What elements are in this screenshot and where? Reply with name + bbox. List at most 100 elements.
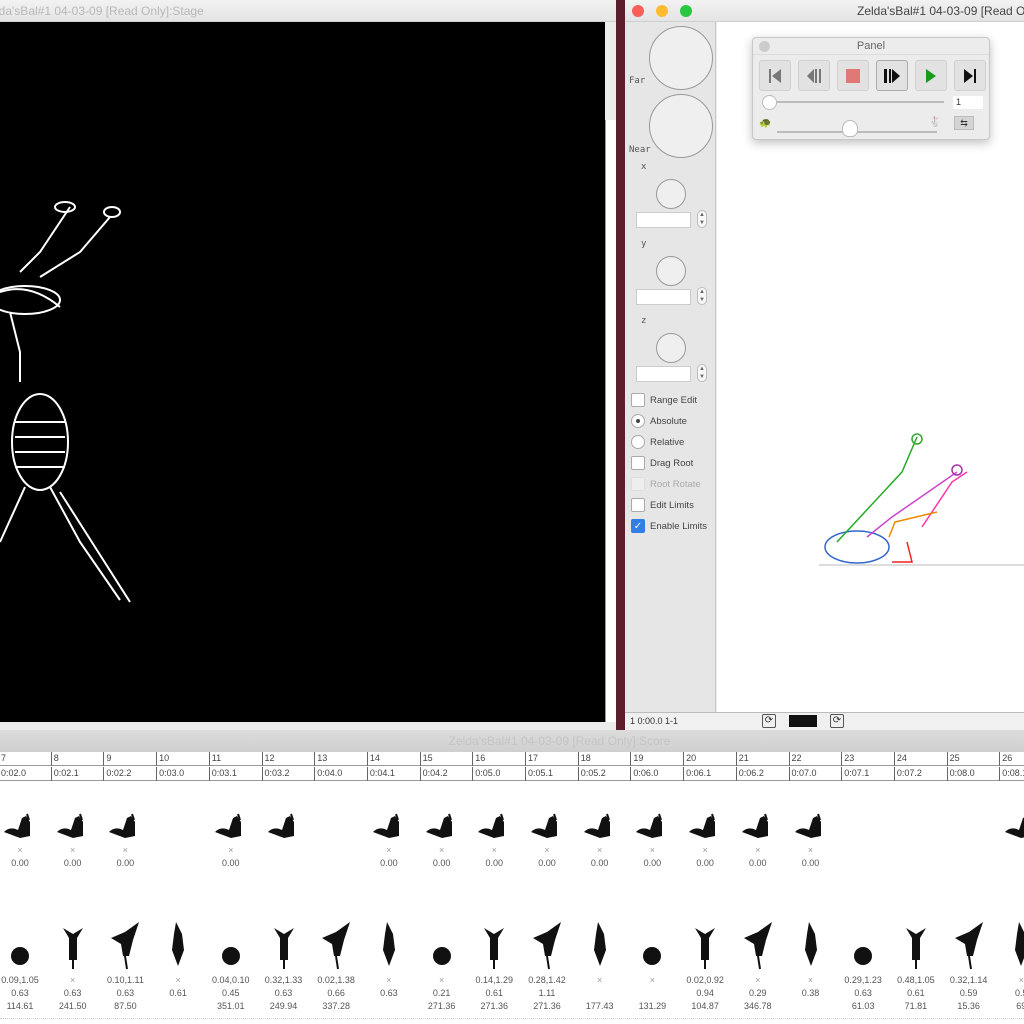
score-cell[interactable]: 0.28,1.42 1.11 271.36	[521, 920, 573, 1013]
checkbox[interactable]	[631, 477, 645, 491]
score-cell[interactable]: × 0.00	[679, 812, 731, 870]
checkbox[interactable]	[631, 456, 645, 470]
score-cell[interactable]: × 0.00	[416, 812, 468, 870]
stage-canvas[interactable]	[0, 22, 605, 722]
near-dial[interactable]	[649, 94, 713, 158]
option-edit-limits[interactable]: Edit Limits	[631, 497, 694, 513]
score-cell[interactable]: × 0.21 271.36	[416, 920, 468, 1013]
zoom-control[interactable]	[789, 715, 817, 727]
editor-titlebar[interactable]: Zelda'sBal#1 04-03-09 [Read Only]	[625, 0, 1024, 22]
score-cell[interactable]: 0.04,0.10 0.45 351.01	[205, 920, 257, 1013]
score-cell[interactable]: × 0.63	[363, 920, 415, 1013]
option-label: Edit Limits	[650, 499, 694, 511]
score-cell[interactable]: × 0.00	[785, 812, 837, 870]
z-field[interactable]	[636, 366, 691, 382]
frame-tick: 19	[630, 752, 643, 766]
cell-label: ×	[597, 975, 603, 985]
score-cell[interactable]: × 0.00	[47, 812, 99, 870]
score-cell[interactable]: × 0.00	[574, 812, 626, 870]
option-enable-limits[interactable]: ✓ Enable Limits	[631, 518, 707, 534]
loop-button[interactable]: ⇆	[954, 116, 974, 130]
time-tick: 0:03.0	[156, 767, 184, 781]
checkbox[interactable]	[631, 393, 645, 407]
zoom-button[interactable]	[680, 5, 692, 17]
frame-ruler[interactable]: 7 8 9 10 11 12 13 14 15 16 17 18 19 20 21 22 23 24 25 26	[0, 752, 1024, 766]
option-relative[interactable]: Relative	[631, 434, 684, 450]
frame-slider-thumb[interactable]	[762, 95, 777, 110]
rewind-button[interactable]	[759, 60, 791, 91]
frame-tick: 20	[683, 752, 696, 766]
score-cell[interactable]: 0.09,1.05 0.63 114.61	[0, 920, 46, 1013]
option-range-edit[interactable]: Range Edit	[631, 392, 697, 408]
score-cell[interactable]: 0.14,1.29 0.61 271.36	[468, 920, 520, 1013]
time-tick: 0:04.1	[366, 767, 395, 781]
y-stepper[interactable]: ▲ ▼	[697, 287, 707, 305]
x-dial[interactable]	[656, 179, 686, 209]
stage-side-strip	[605, 120, 616, 722]
minimize-button[interactable]	[656, 5, 668, 17]
close-button[interactable]	[632, 5, 644, 17]
score-cell[interactable]: × 0.29 346.78	[732, 920, 784, 1013]
score-cell[interactable]: × 0.00	[99, 812, 151, 870]
frame-field[interactable]: 1	[953, 96, 983, 109]
score-cell[interactable]: 0.02,1.38 0.66 337.28	[310, 920, 362, 1013]
cell-label: 0.02,1.38	[317, 975, 355, 985]
far-dial[interactable]	[649, 26, 713, 90]
score-cell[interactable]: × 131.29	[626, 920, 678, 1013]
refresh-icon[interactable]: ⟳	[830, 714, 844, 728]
option-label: Range Edit	[650, 394, 698, 406]
checkbox[interactable]	[631, 498, 645, 512]
time-tick: 0:07.1	[841, 767, 869, 781]
score-cell[interactable]: × 0.00	[363, 812, 415, 870]
step-back-button[interactable]	[798, 60, 830, 91]
cell-label: 0.61	[485, 988, 504, 998]
y-field[interactable]	[636, 289, 691, 305]
x-stepper[interactable]: ▲ ▼	[697, 210, 707, 228]
option-absolute[interactable]: Absolute	[631, 413, 687, 429]
frame-slider[interactable]	[769, 101, 944, 103]
score-cell[interactable]: 0.48,1.05 0.61 71.81	[890, 920, 942, 1013]
score-cell[interactable]: × 0.00	[468, 812, 520, 870]
refresh-icon[interactable]: ⟳	[762, 714, 776, 728]
cell-label: 271.36	[533, 1001, 561, 1011]
score-cell[interactable]: × 177.43	[574, 920, 626, 1013]
y-dial[interactable]	[656, 256, 686, 286]
cell-label: ×	[649, 975, 656, 985]
speed-slider-thumb[interactable]	[842, 120, 858, 137]
score-cell[interactable]: × 0.61	[152, 920, 204, 1013]
time-tick: 0:02.0	[0, 767, 26, 781]
score-cell[interactable]: × 0.5 69	[995, 920, 1024, 1013]
option-root-rotate[interactable]: Root Rotate	[631, 476, 701, 492]
z-stepper[interactable]: ▲ ▼	[697, 364, 707, 382]
score-titlebar[interactable]: Zelda'sBal#1 04-03-09 [Read Only]:Score	[0, 730, 1024, 752]
play-button[interactable]	[915, 60, 947, 91]
figure-thumbnail	[425, 813, 452, 838]
score-cell[interactable]: × 0.00	[626, 812, 678, 870]
option-drag-root[interactable]: Drag Root	[631, 455, 693, 471]
panel-close-button[interactable]	[759, 41, 770, 52]
radio[interactable]	[631, 435, 645, 449]
radio[interactable]	[631, 414, 645, 428]
time-ruler[interactable]: 0:02.0 0:02.1 0:02.2 0:03.0 0:03.1 0:03.2 0:04…	[0, 767, 1024, 781]
score-cell[interactable]	[258, 812, 310, 844]
score-cell[interactable]: 0.32,1.33 0.63 249.94	[258, 920, 310, 1013]
score-cell[interactable]: × 0.38	[785, 920, 837, 1013]
score-cell[interactable]: × 0.00	[521, 812, 573, 870]
score-cell[interactable]: × 0.00	[732, 812, 784, 870]
panel-titlebar[interactable]: Panel	[753, 38, 989, 55]
score-cell[interactable]: × 0.63 241.50	[47, 920, 99, 1013]
score-cell[interactable]: 0.29,1.23 0.63 61.03	[837, 920, 889, 1013]
score-cell[interactable]: 0.10,1.11 0.63 87.50	[99, 920, 151, 1013]
go-to-end-button[interactable]	[954, 60, 986, 91]
stage-titlebar[interactable]: Zelda'sBal#1 04-03-09 [Read Only]:Stage	[0, 0, 616, 22]
score-cell[interactable]: 0.02,0.92 0.94 104.87	[679, 920, 731, 1013]
x-field[interactable]	[636, 212, 691, 228]
score-cell[interactable]: × 0.00	[205, 812, 257, 870]
z-dial[interactable]	[656, 333, 686, 363]
stop-button[interactable]	[837, 60, 869, 91]
score-cell[interactable]	[995, 812, 1024, 844]
step-forward-button[interactable]	[876, 60, 908, 91]
checkbox[interactable]: ✓	[631, 519, 645, 533]
score-cell[interactable]: × 0.00	[0, 812, 46, 870]
score-cell[interactable]: 0.32,1.14 0.59 15.36	[943, 920, 995, 1013]
